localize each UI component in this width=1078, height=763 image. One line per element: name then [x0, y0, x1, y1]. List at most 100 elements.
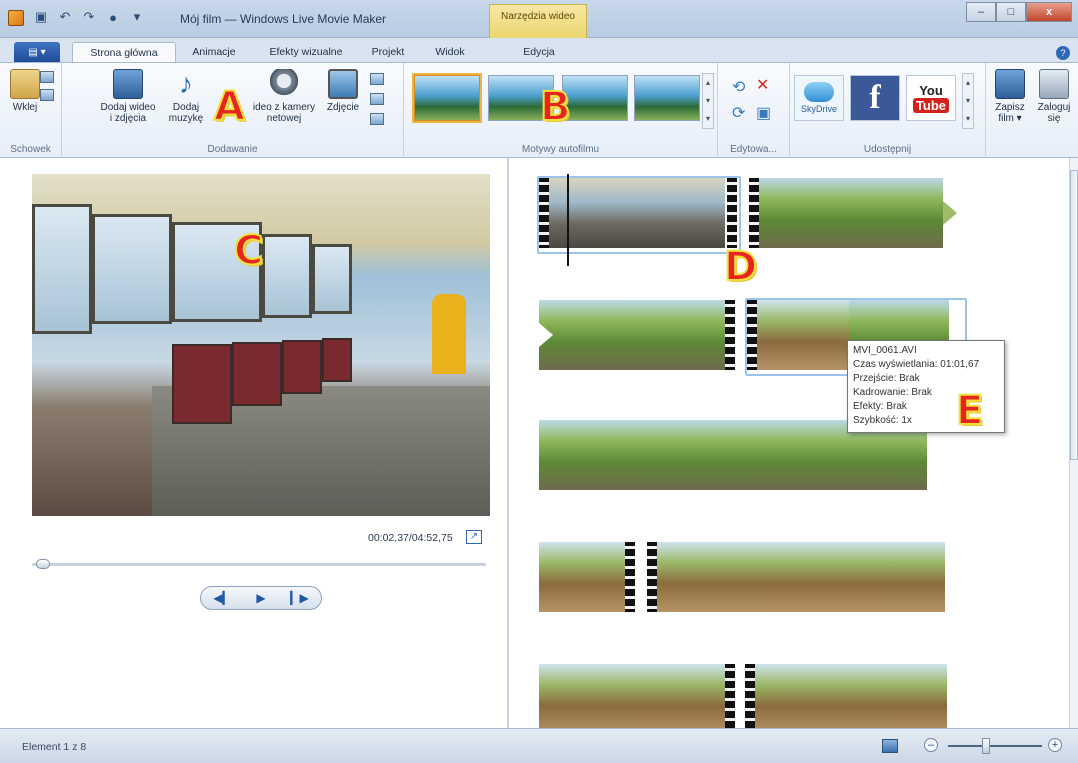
clip-frame — [539, 542, 625, 612]
clip-green[interactable] — [749, 178, 959, 248]
zoom-out-icon[interactable]: – — [924, 738, 938, 752]
scrollbar-thumb[interactable] — [1070, 170, 1078, 460]
share-gallery-scroll[interactable]: ▴ ▾ ▾ — [962, 73, 974, 129]
zoom-thumb[interactable] — [982, 738, 991, 754]
tram-window — [262, 234, 312, 318]
tab-visual-effects[interactable]: Efekty wizualne — [256, 42, 356, 62]
clip-frame — [845, 542, 945, 612]
theme-thumbnail-1[interactable] — [412, 73, 482, 123]
seek-thumb[interactable] — [35, 559, 50, 569]
redo-icon[interactable]: ↷ — [80, 8, 98, 26]
clip-green[interactable] — [539, 542, 635, 612]
remove-icon[interactable]: ✕ — [756, 75, 769, 95]
status-bar: Element 1 z 8 – + — [0, 728, 1078, 763]
maximize-button[interactable]: □ — [996, 2, 1026, 22]
youtube-tube: Tube — [912, 98, 950, 113]
storyboard — [509, 158, 1069, 728]
rotate-left-icon[interactable]: ⟲ — [732, 77, 745, 97]
tram-window — [92, 214, 172, 324]
clip-green[interactable] — [539, 300, 735, 370]
filmstrip-edge — [725, 664, 735, 728]
undo-icon[interactable]: ↶ — [56, 8, 74, 26]
save-movie-label-2: film ▾ — [998, 113, 1022, 124]
rotate-right-icon[interactable]: ⟳ — [732, 103, 745, 123]
clip-soil[interactable] — [745, 664, 955, 728]
zoom-in-icon[interactable]: + — [1048, 738, 1062, 752]
options-icon[interactable]: ● — [104, 8, 122, 26]
thumbnail-size-icon[interactable] — [882, 739, 898, 753]
minimize-button[interactable]: – — [966, 2, 996, 22]
help-icon[interactable]: ? — [1056, 46, 1070, 60]
preview-video[interactable] — [32, 174, 490, 516]
tram-window — [32, 204, 92, 334]
callout-marker-d: D — [723, 243, 758, 291]
status-text: Element 1 z 8 — [22, 741, 87, 753]
snapshot-label: Zdjęcie — [326, 102, 360, 113]
themes-gallery-scroll[interactable]: ▴ ▾ ▾ — [702, 73, 714, 129]
credits-icon[interactable] — [370, 113, 384, 125]
theme-thumbnail-4[interactable] — [634, 75, 700, 121]
clip-frame — [757, 300, 849, 370]
tab-home[interactable]: Strona główna — [72, 42, 176, 62]
title-icon[interactable] — [370, 73, 384, 85]
group-label-clipboard: Schowek — [10, 144, 51, 155]
group-label-themes: Motywy autofilmu — [521, 144, 600, 155]
play-icon[interactable]: ▶ — [256, 591, 265, 605]
filmstrip-edge — [749, 178, 759, 248]
save-icon[interactable]: ▣ — [32, 8, 50, 26]
clip-frame — [635, 300, 725, 370]
tab-animations[interactable]: Animacje — [178, 42, 250, 62]
quick-access-toolbar: ▣ ↶ ↷ ● ▾ — [32, 8, 146, 26]
tab-view[interactable]: Widok — [420, 42, 480, 62]
app-icon[interactable] — [8, 10, 24, 26]
save-movie-icon — [995, 69, 1025, 99]
previous-frame-icon[interactable]: ◀▎ — [213, 591, 231, 605]
close-button[interactable]: x — [1026, 2, 1072, 22]
clip-soil[interactable] — [539, 664, 735, 728]
paste-button[interactable]: Wklej — [10, 69, 40, 113]
app-menu-button[interactable]: ▤ ▾ — [14, 42, 60, 62]
select-all-icon[interactable]: ▣ — [756, 103, 771, 123]
add-music-button[interactable]: ♪ Dodaj muzykę — [166, 69, 206, 125]
clip-frame — [539, 420, 635, 490]
group-edit: ⟲ ✕ ⟳ ▣ Edytowa... — [718, 63, 790, 159]
add-video-photos-button[interactable]: Dodaj wideo i zdjęcia — [98, 69, 158, 124]
transition-arrow — [539, 323, 553, 347]
ribbon-tabs: ▤ ▾ Strona główna Animacje Efekty wizual… — [0, 38, 1078, 62]
zoom-slider[interactable] — [948, 738, 1042, 754]
skydrive-label: SkyDrive — [800, 104, 837, 114]
skydrive-button[interactable]: SkyDrive — [794, 75, 844, 121]
tram-seat — [232, 342, 282, 406]
next-frame-icon[interactable]: ▎▶ — [290, 591, 308, 605]
facebook-button[interactable]: f — [850, 75, 900, 121]
clip-soil[interactable] — [647, 542, 947, 612]
theme-thumbnail-3[interactable] — [562, 75, 628, 121]
fullscreen-icon[interactable]: ↗ — [466, 530, 482, 544]
ribbon: Wklej Schowek Dodaj wideo i zdjęcia ♪ Do… — [0, 62, 1078, 159]
caption-icon[interactable] — [370, 93, 384, 105]
sign-in-button[interactable]: Zaloguj się — [1034, 69, 1074, 124]
callout-marker-c: C — [233, 227, 264, 275]
customize-qat-icon[interactable]: ▾ — [128, 8, 146, 26]
webcam-video-button[interactable]: ideo z kamery netowej — [248, 69, 320, 124]
tab-project[interactable]: Projekt — [360, 42, 416, 62]
playback-controls: ◀▎ ▶ ▎▶ — [200, 586, 322, 610]
seek-bar[interactable] — [32, 559, 486, 569]
user-icon — [1039, 69, 1069, 99]
clip-frame — [759, 178, 849, 248]
clip-frame — [635, 178, 725, 248]
add-video-label-1: Dodaj wideo — [100, 102, 156, 113]
preview-timecode: 00:02,37/04:52,75 — [368, 532, 453, 544]
save-movie-button[interactable]: Zapisz film ▾ — [990, 69, 1030, 124]
storyboard-scrollbar[interactable] — [1069, 158, 1078, 728]
copy-icon[interactable] — [40, 89, 54, 101]
tab-edit[interactable]: Edycja — [492, 42, 586, 62]
playhead[interactable] — [567, 174, 569, 266]
filmstrip-edge — [625, 542, 635, 612]
youtube-button[interactable]: You Tube — [906, 75, 956, 121]
clip-tram[interactable] — [539, 178, 739, 248]
cut-icon[interactable] — [40, 71, 54, 83]
clip-frame — [539, 664, 635, 728]
snapshot-button[interactable]: Zdjęcie — [324, 69, 362, 113]
tooltip-filename: MVI_0061.AVI — [853, 345, 917, 356]
